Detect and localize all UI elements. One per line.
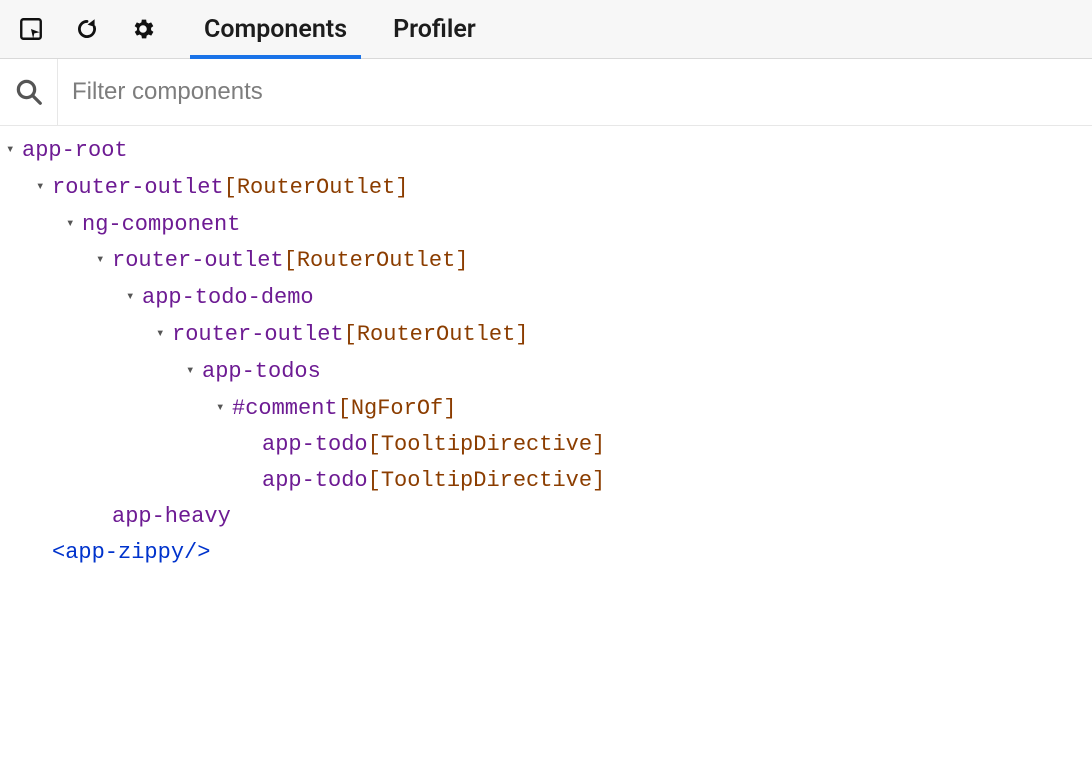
node-tag: <app-zippy/>: [52, 540, 210, 565]
tree-node[interactable]: app-todo[TooltipDirective]: [4, 427, 1092, 463]
tab-label: Components: [204, 15, 347, 44]
filter-input[interactable]: [58, 59, 1092, 125]
node-directive: [TooltipDirective]: [368, 468, 606, 493]
settings-button[interactable]: [122, 8, 164, 50]
chevron-down-icon[interactable]: ▾: [216, 390, 230, 426]
tree-node[interactable]: ▾router-outlet[RouterOutlet]: [4, 316, 1092, 353]
node-tag: router-outlet: [172, 322, 344, 347]
node-tag: app-root: [22, 138, 128, 163]
chevron-down-icon[interactable]: ▾: [36, 169, 50, 205]
node-directive: [RouterOutlet]: [224, 175, 409, 200]
node-tag: app-todos: [202, 359, 321, 384]
chevron-down-icon[interactable]: ▾: [126, 279, 140, 315]
node-tag: #comment: [232, 396, 338, 421]
node-tag: app-heavy: [112, 504, 231, 529]
chevron-down-icon[interactable]: ▾: [96, 242, 110, 278]
chevron-down-icon[interactable]: ▾: [186, 353, 200, 389]
tree-node[interactable]: ▾app-todo-demo: [4, 279, 1092, 316]
node-tag: app-todo: [262, 468, 368, 493]
tab-label: Profiler: [393, 15, 476, 44]
tree-node[interactable]: ▾router-outlet[RouterOutlet]: [4, 242, 1092, 279]
node-tag: router-outlet: [52, 175, 224, 200]
tab-components[interactable]: Components: [190, 0, 361, 58]
node-tag: router-outlet: [112, 248, 284, 273]
search-icon-box: [0, 59, 58, 125]
node-tag: app-todo: [262, 432, 368, 457]
toolbar: Components Profiler: [0, 0, 1092, 59]
node-tag: ng-component: [82, 211, 240, 236]
tree-node[interactable]: ▾#comment[NgForOf]: [4, 390, 1092, 427]
tabs: Components Profiler: [190, 0, 490, 58]
node-tag: app-todo-demo: [142, 285, 314, 310]
tree-node[interactable]: app-heavy: [4, 499, 1092, 535]
tree-node[interactable]: ▾router-outlet[RouterOutlet]: [4, 169, 1092, 206]
pick-element-button[interactable]: [10, 8, 52, 50]
node-directive: [RouterOutlet]: [344, 322, 529, 347]
tab-profiler[interactable]: Profiler: [379, 0, 490, 58]
tree-node[interactable]: ▾app-root: [4, 132, 1092, 169]
tree-node[interactable]: <app-zippy/>: [4, 535, 1092, 571]
chevron-down-icon[interactable]: ▾: [6, 132, 20, 168]
search-icon: [14, 77, 44, 107]
node-directive: [RouterOutlet]: [284, 248, 469, 273]
reload-icon: [74, 16, 100, 42]
tree-node[interactable]: ▾app-todos: [4, 353, 1092, 390]
tree-node[interactable]: app-todo[TooltipDirective]: [4, 463, 1092, 499]
node-directive: [TooltipDirective]: [368, 432, 606, 457]
inspect-icon: [18, 16, 44, 42]
filter-bar: [0, 59, 1092, 126]
chevron-down-icon[interactable]: ▾: [66, 206, 80, 242]
chevron-down-icon[interactable]: ▾: [156, 316, 170, 352]
reload-button[interactable]: [66, 8, 108, 50]
tree-node[interactable]: ▾ng-component: [4, 206, 1092, 243]
node-directive: [NgForOf]: [338, 396, 457, 421]
gear-icon: [130, 16, 156, 42]
component-tree: ▾app-root▾router-outlet[RouterOutlet]▾ng…: [0, 126, 1092, 571]
